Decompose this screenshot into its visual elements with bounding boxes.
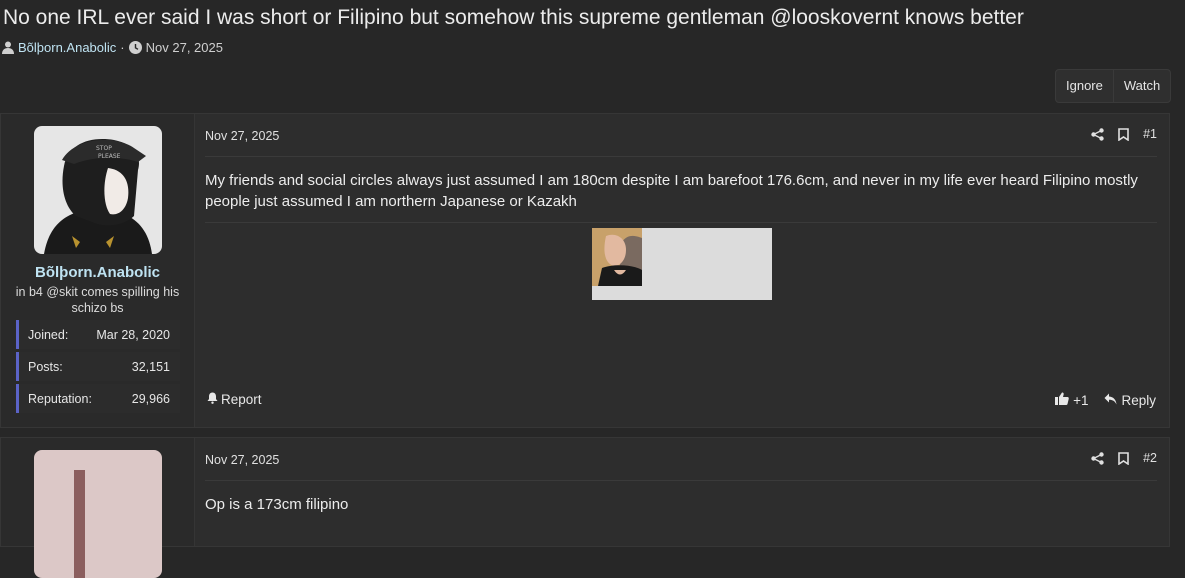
- svg-text:STOP: STOP: [96, 145, 112, 152]
- post-1: STOP PLEASE Bõlþorn.Anabolic in b4 @skit…: [0, 113, 1170, 428]
- thread-meta: Bõlþorn.Anabolic · Nov 27, 2025: [2, 40, 223, 55]
- post-actions: #2: [1091, 451, 1157, 465]
- thread-title: No one IRL ever said I was short or Fili…: [3, 6, 1024, 29]
- post-date[interactable]: Nov 27, 2025: [205, 453, 279, 467]
- stat-label: Posts:: [28, 359, 63, 374]
- post-username[interactable]: Bõlþorn.Anabolic: [1, 264, 194, 281]
- meta-separator: ·: [120, 40, 125, 55]
- stat-label: Reputation:: [28, 391, 92, 406]
- attached-image-thumbnail: [592, 228, 642, 286]
- svg-text:PLEASE: PLEASE: [98, 153, 121, 160]
- ignore-button[interactable]: Ignore: [1056, 70, 1113, 102]
- thread-date[interactable]: Nov 27, 2025: [146, 40, 223, 55]
- post-2: Nov 27, 2025 #2 Op is a 173cm filipino: [0, 437, 1170, 578]
- post-user-info: STOP PLEASE Bõlþorn.Anabolic in b4 @skit…: [1, 114, 195, 427]
- reply-button[interactable]: Reply: [1104, 393, 1156, 408]
- post-main: Nov 27, 2025 #2 Op is a 173cm filipino: [194, 438, 1169, 546]
- reply-label: Reply: [1121, 392, 1156, 408]
- avatar[interactable]: [34, 450, 162, 578]
- post-number[interactable]: #1: [1143, 127, 1157, 141]
- thumbs-up-icon: [1055, 392, 1069, 408]
- avatar[interactable]: STOP PLEASE: [34, 126, 162, 254]
- post-footer-actions: +1 Reply: [1055, 392, 1156, 408]
- report-link[interactable]: Report: [207, 392, 262, 407]
- stat-value: 32,151: [131, 359, 170, 374]
- share-icon[interactable]: [1091, 451, 1104, 465]
- stat-joined: Joined: Mar 28, 2020: [16, 320, 180, 349]
- reaction-count: +1: [1073, 392, 1089, 408]
- post-date[interactable]: Nov 27, 2025: [205, 129, 279, 143]
- bookmark-icon[interactable]: [1118, 127, 1129, 141]
- post-body: My friends and social circles always jus…: [205, 172, 1138, 210]
- report-label: Report: [221, 392, 262, 407]
- post-actions: #1: [1091, 127, 1157, 141]
- user-title: in b4 @skit comes spilling his schizo bs: [15, 285, 180, 315]
- post-number[interactable]: #2: [1143, 451, 1157, 465]
- stat-posts: Posts: 32,151: [16, 352, 180, 381]
- stat-value: 29,966: [131, 391, 170, 406]
- share-icon[interactable]: [1091, 127, 1104, 141]
- stat-value: Mar 28, 2020: [96, 327, 170, 342]
- watch-button[interactable]: Watch: [1112, 70, 1170, 102]
- post-body: Op is a 173cm filipino: [205, 496, 349, 513]
- attached-image[interactable]: [592, 228, 772, 300]
- stat-reputation: Reputation: 29,966: [16, 384, 180, 413]
- thread-author-link[interactable]: Bõlþorn.Anabolic: [18, 40, 116, 55]
- thread-actions: Ignore Watch: [1055, 69, 1172, 103]
- clock-icon: [128, 41, 142, 54]
- divider: [205, 222, 1157, 223]
- like-button[interactable]: +1: [1055, 392, 1088, 408]
- bell-icon: [207, 392, 218, 407]
- stat-label: Joined:: [28, 327, 69, 342]
- user-icon: [2, 41, 14, 54]
- divider: [205, 480, 1157, 481]
- bookmark-icon[interactable]: [1118, 451, 1129, 465]
- post-main: Nov 27, 2025 #1 My friends and social ci…: [194, 114, 1169, 427]
- reply-icon: [1104, 393, 1117, 408]
- divider: [205, 156, 1157, 157]
- post-user-info: [1, 438, 195, 578]
